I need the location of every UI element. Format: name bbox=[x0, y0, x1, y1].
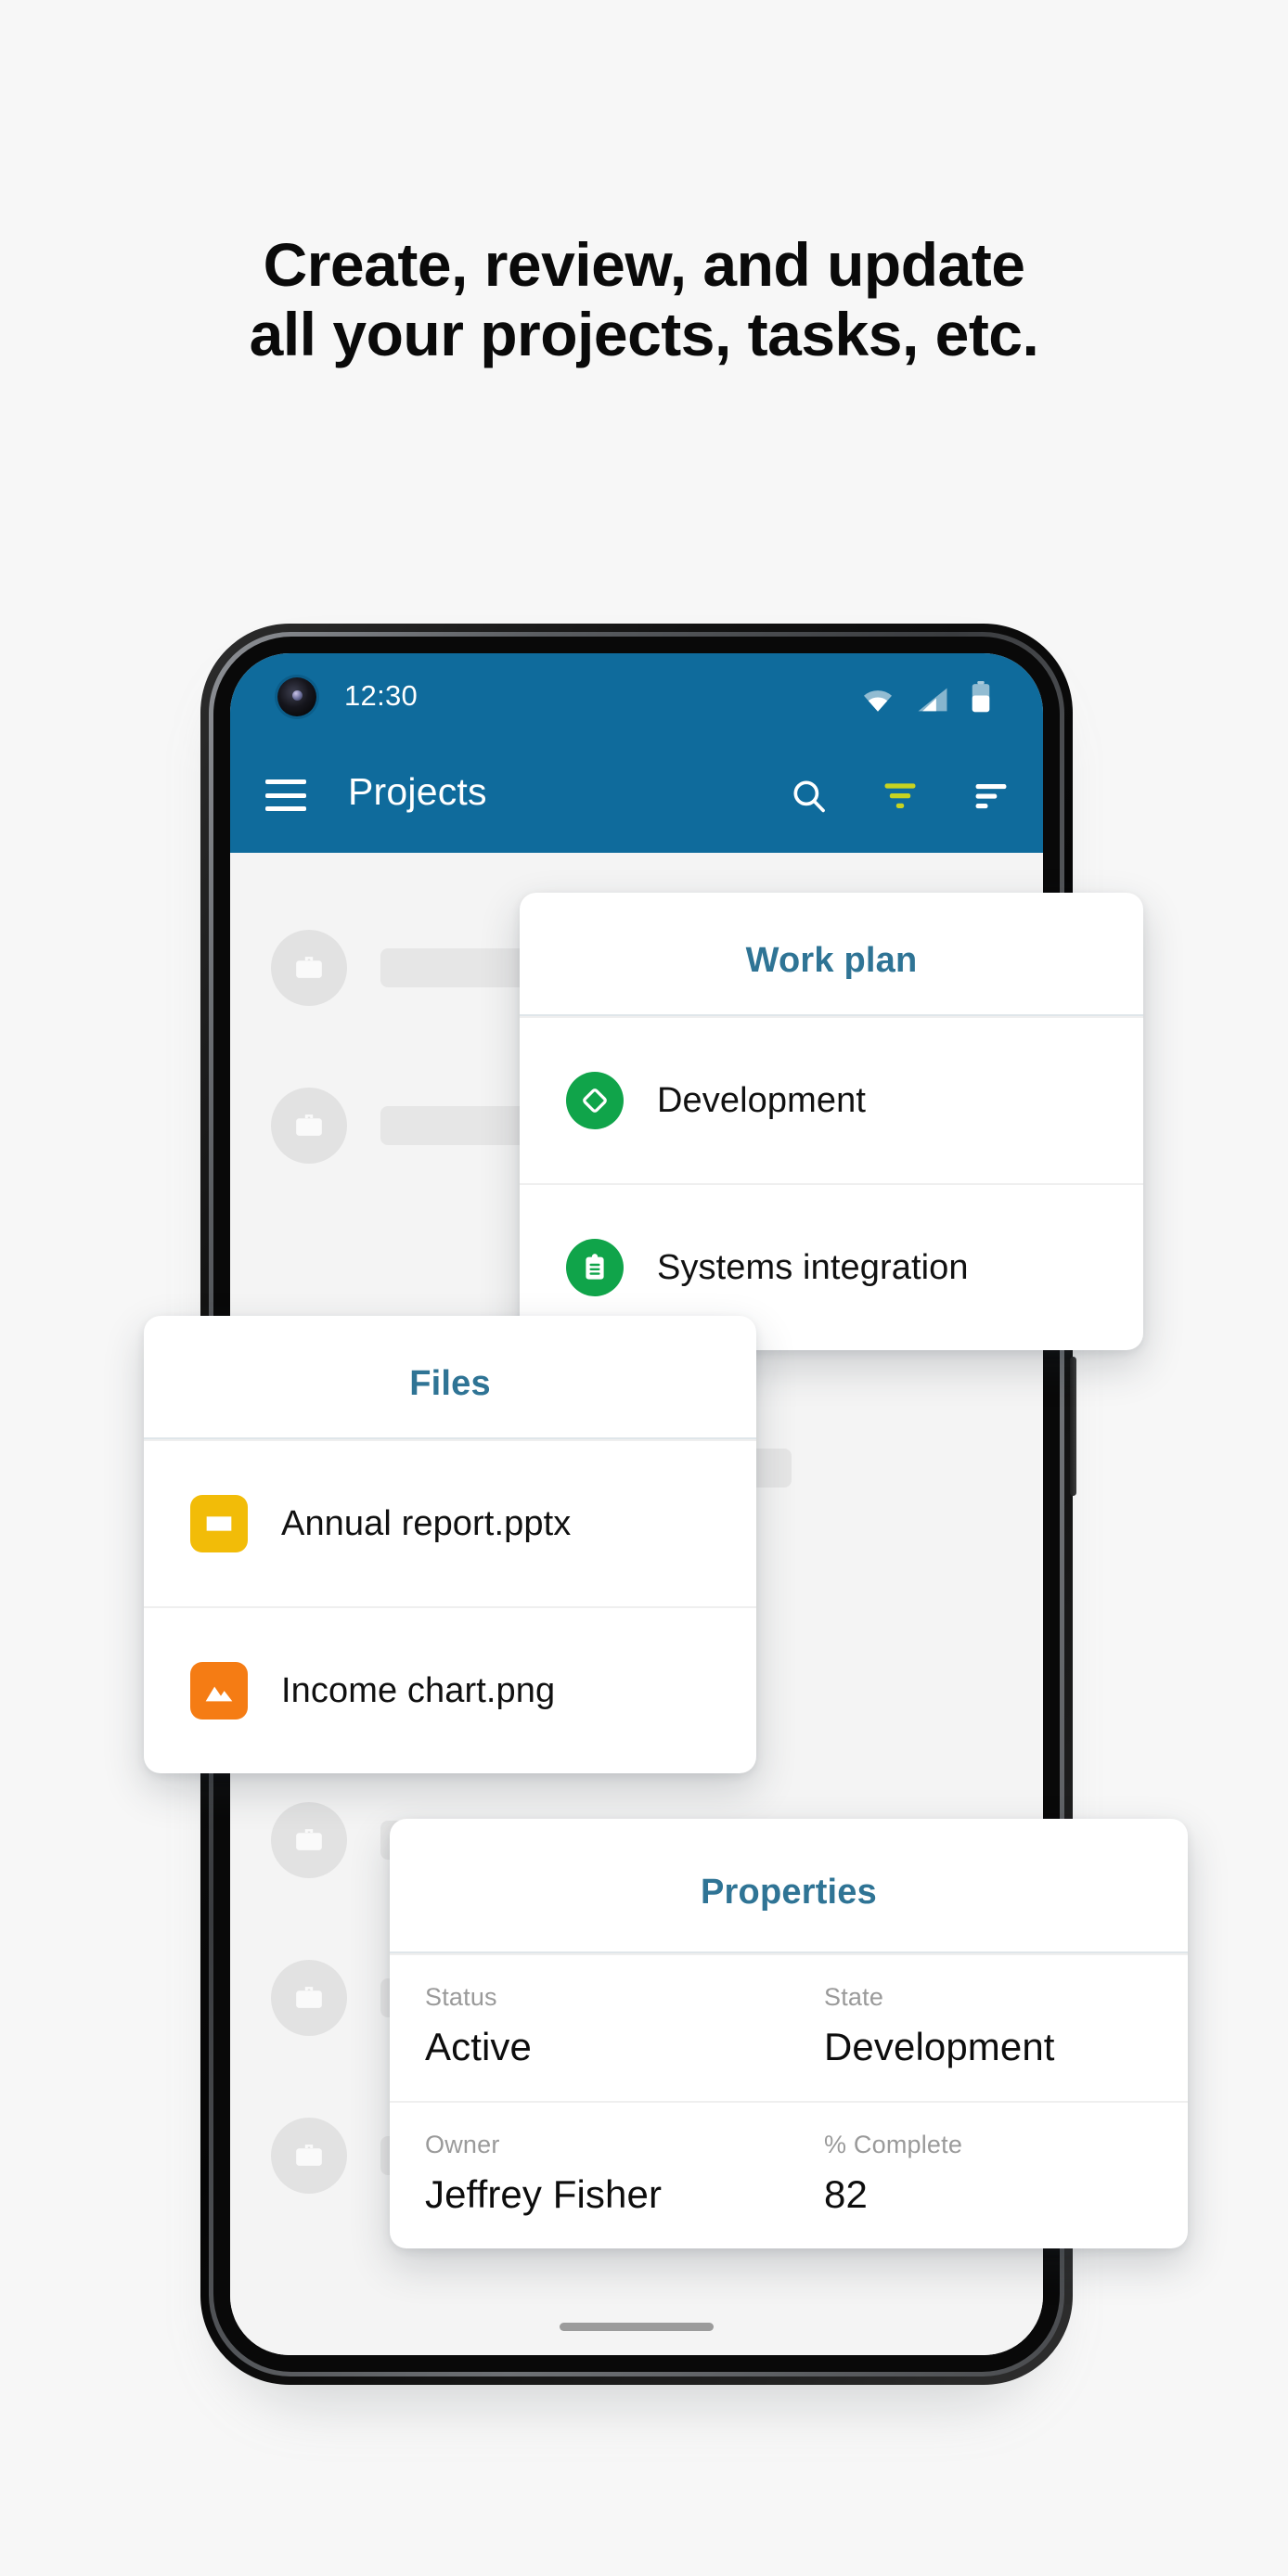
front-camera-punch-hole-icon bbox=[277, 677, 316, 716]
status-bar-time: 12:30 bbox=[344, 679, 419, 712]
properties-grid: Status Active State Development Owner Je… bbox=[390, 1953, 1188, 2248]
page-headline: Create, review, and update all your proj… bbox=[0, 230, 1288, 369]
briefcase-icon bbox=[271, 929, 347, 1006]
property-value: 82 bbox=[824, 2172, 868, 2216]
properties-card-title: Properties bbox=[701, 1873, 877, 1912]
work-plan-item-development[interactable]: Development bbox=[520, 1016, 1143, 1183]
property-label: % Complete bbox=[824, 2131, 963, 2158]
wifi-icon bbox=[861, 687, 895, 717]
hamburger-menu-icon[interactable] bbox=[265, 779, 306, 811]
home-gesture-bar[interactable] bbox=[560, 2323, 714, 2331]
app-bar-row: Projects bbox=[230, 742, 1043, 853]
property-label: Status bbox=[425, 1983, 497, 2011]
status-bar-icons bbox=[861, 681, 991, 717]
diamond-icon bbox=[566, 1072, 624, 1129]
filter-icon[interactable] bbox=[880, 776, 921, 817]
file-item-label: Income chart.png bbox=[281, 1670, 556, 1710]
briefcase-icon bbox=[271, 1959, 347, 2036]
file-item-annual-report[interactable]: Annual report.pptx bbox=[144, 1439, 756, 1606]
presentation-file-icon bbox=[190, 1495, 248, 1552]
status-bar: 12:30 bbox=[230, 653, 1043, 742]
app-bar: 12:30 Projects bbox=[230, 653, 1043, 853]
properties-card: Properties Status Active State Developme… bbox=[390, 1819, 1188, 2248]
briefcase-icon bbox=[271, 2117, 347, 2194]
work-plan-card: Work plan Development Systems integratio… bbox=[520, 893, 1143, 1350]
property-owner[interactable]: Owner Jeffrey Fisher bbox=[390, 2101, 789, 2248]
work-plan-item-label: Systems integration bbox=[657, 1247, 969, 1287]
work-plan-card-title: Work plan bbox=[745, 941, 918, 980]
files-card: Files Annual report.pptx Income chart.pn… bbox=[144, 1316, 756, 1773]
search-icon[interactable] bbox=[789, 776, 830, 817]
property-percent-complete[interactable]: % Complete 82 bbox=[789, 2101, 1188, 2248]
property-label: State bbox=[824, 1983, 884, 2011]
battery-icon bbox=[971, 681, 991, 717]
property-value: Jeffrey Fisher bbox=[425, 2172, 663, 2216]
property-value: Development bbox=[824, 2025, 1055, 2068]
power-button[interactable] bbox=[1070, 1357, 1076, 1496]
property-value: Active bbox=[425, 2025, 532, 2068]
property-label: Owner bbox=[425, 2131, 500, 2158]
headline-line-1: Create, review, and update bbox=[263, 230, 1025, 299]
work-plan-item-label: Development bbox=[657, 1080, 866, 1120]
file-item-label: Annual report.pptx bbox=[281, 1503, 572, 1543]
clipboard-icon bbox=[566, 1239, 624, 1296]
files-card-title: Files bbox=[409, 1364, 491, 1403]
briefcase-icon bbox=[271, 1087, 347, 1164]
file-item-income-chart[interactable]: Income chart.png bbox=[144, 1606, 756, 1773]
app-bar-actions bbox=[789, 776, 1011, 817]
briefcase-icon bbox=[271, 1801, 347, 1878]
image-file-icon bbox=[190, 1662, 248, 1719]
sort-icon[interactable] bbox=[971, 776, 1011, 817]
screenshot-root: Create, review, and update all your proj… bbox=[0, 0, 1288, 2576]
property-status[interactable]: Status Active bbox=[390, 1953, 789, 2101]
page-title: Projects bbox=[348, 770, 487, 813]
property-state[interactable]: State Development bbox=[789, 1953, 1188, 2101]
cellular-signal-icon bbox=[917, 687, 948, 717]
headline-line-2: all your projects, tasks, etc. bbox=[249, 300, 1039, 369]
